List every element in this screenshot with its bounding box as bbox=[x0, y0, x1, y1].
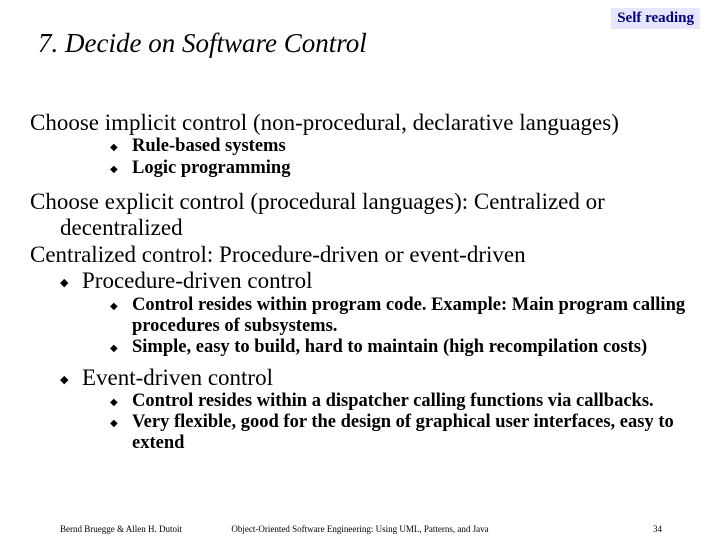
slide: Self reading 7. Decide on Software Contr… bbox=[0, 0, 720, 540]
text-explicit-2: Centralized control: Procedure-driven or… bbox=[30, 242, 696, 268]
self-reading-badge: Self reading bbox=[611, 8, 700, 29]
text-implicit-sub2: Logic programming bbox=[30, 158, 696, 179]
slide-body: Choose implicit control (non-procedural,… bbox=[30, 110, 696, 455]
text-implicit: Choose implicit control (non-procedural,… bbox=[30, 110, 696, 136]
text-event-driven: Event-driven control bbox=[30, 365, 696, 391]
text-procedure-driven: Procedure-driven control bbox=[30, 268, 696, 294]
text-proc-sub2: Simple, easy to build, hard to maintain … bbox=[30, 337, 696, 358]
text-proc-sub1: Control resides within program code. Exa… bbox=[30, 295, 696, 338]
text-implicit-sub1: Rule-based systems bbox=[30, 136, 696, 157]
text-event-sub1: Control resides within a dispatcher call… bbox=[30, 391, 696, 412]
text-event-sub2: Very flexible, good for the design of gr… bbox=[30, 412, 696, 455]
footer-page: 34 bbox=[653, 524, 662, 534]
footer-center: Object-Oriented Software Engineering: Us… bbox=[0, 524, 720, 534]
slide-title: 7. Decide on Software Control bbox=[38, 28, 367, 59]
text-explicit-1: Choose explicit control (procedural lang… bbox=[30, 189, 696, 242]
